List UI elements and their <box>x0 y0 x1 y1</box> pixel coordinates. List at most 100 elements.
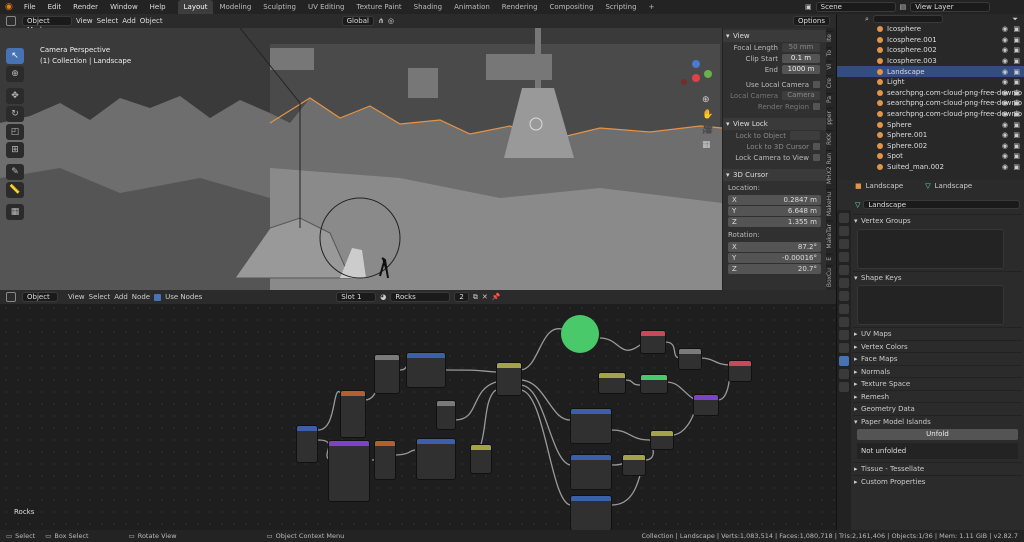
menu-file[interactable]: File <box>18 3 42 11</box>
shader-node[interactable] <box>416 438 456 480</box>
shader-node[interactable] <box>640 330 666 354</box>
proportional-edit-icon[interactable]: ◎ <box>388 17 394 25</box>
blender-logo-icon[interactable]: ◉ <box>0 2 18 12</box>
visibility-eye-icon[interactable]: ◉ <box>1002 121 1008 129</box>
ortho-grid-icon[interactable]: ▦ <box>702 138 713 153</box>
menu-render[interactable]: Render <box>67 3 104 11</box>
panel-geometry-data[interactable]: Geometry Data <box>853 402 1022 415</box>
outliner-row[interactable]: Icosphere.002 ◉ ▣ <box>837 45 1024 56</box>
camera-view-icon[interactable]: 🎥 <box>702 123 713 138</box>
lock-object-field[interactable] <box>790 131 820 140</box>
local-camera-field[interactable]: Camera <box>782 91 820 100</box>
tissue-tessellate-panel[interactable]: Tissue - Tessellate <box>853 462 1022 475</box>
outliner-row[interactable]: Sphere.002 ◉ ▣ <box>837 141 1024 152</box>
panel-normals[interactable]: Normals <box>853 364 1022 377</box>
sidebar-tab-e[interactable]: E <box>826 253 833 263</box>
material-tab-icon[interactable] <box>839 369 849 379</box>
view-lock-header[interactable]: View Lock <box>723 118 826 130</box>
tab-sculpting[interactable]: Sculpting <box>257 0 302 14</box>
sidebar-tab-pper[interactable]: pper <box>826 108 833 127</box>
cursor-rot-x[interactable]: X 87.2° <box>728 242 821 252</box>
render-camera-icon[interactable]: ▣ <box>1013 46 1020 54</box>
menu-window[interactable]: Window <box>104 3 144 11</box>
outliner-row[interactable]: Suited_man.002 ◉ ▣ <box>837 162 1024 173</box>
add-cube-tool-icon[interactable]: ▦ <box>6 204 24 220</box>
outliner-row[interactable]: Sphere ◉ ▣ <box>837 119 1024 130</box>
sidebar-tab-pa[interactable]: Pa <box>826 93 833 106</box>
rotate-tool-icon[interactable]: ↻ <box>6 106 24 122</box>
render-camera-icon[interactable]: ▣ <box>1013 163 1020 171</box>
view-layer-field[interactable]: View Layer <box>910 2 991 12</box>
visibility-eye-icon[interactable]: ◉ <box>1002 57 1008 65</box>
shader-node[interactable] <box>570 408 612 444</box>
panel-texture-space[interactable]: Texture Space <box>853 377 1022 390</box>
material-name-field[interactable]: Rocks <box>390 292 451 302</box>
visibility-eye-icon[interactable]: ◉ <box>1002 163 1008 171</box>
menu-add[interactable]: Add <box>122 17 136 25</box>
modifier-tab-icon[interactable] <box>839 304 849 314</box>
node-menu-add[interactable]: Add <box>114 293 128 301</box>
cursor-tool-icon[interactable]: ⊕ <box>6 66 24 82</box>
particles-tab-icon[interactable] <box>839 317 849 327</box>
tab-layout[interactable]: Layout <box>177 0 214 14</box>
tab-texture-paint[interactable]: Texture Paint <box>351 0 408 14</box>
scale-tool-icon[interactable]: ◰ <box>6 124 24 140</box>
sidebar-tab-rkk[interactable]: RKK <box>826 129 833 147</box>
outliner-row[interactable]: searchpng.com-cloud-png-free-downlo ◉ ▣ <box>837 109 1024 120</box>
render-camera-icon[interactable]: ▣ <box>1013 25 1020 33</box>
clip-start-field[interactable]: 0.1 m <box>782 54 820 63</box>
shader-node[interactable] <box>728 360 752 382</box>
unfold-button[interactable]: Unfold <box>857 429 1018 440</box>
panel-face-maps[interactable]: Face Maps <box>853 352 1022 365</box>
snap-icon[interactable]: ⋔ <box>378 17 384 25</box>
add-workspace-button[interactable]: + <box>643 0 661 14</box>
node-menu-select[interactable]: Select <box>89 293 111 301</box>
render-camera-icon[interactable]: ▣ <box>1013 68 1020 76</box>
sidebar-tab-view[interactable]: Vi <box>826 61 833 72</box>
shader-node[interactable] <box>328 440 370 502</box>
shader-node[interactable] <box>598 372 626 394</box>
shader-node[interactable] <box>650 430 674 450</box>
custom-properties-panel[interactable]: Custom Properties <box>853 474 1022 487</box>
outliner-row[interactable]: Icosphere.003 ◉ ▣ <box>837 56 1024 67</box>
object-tab-icon[interactable] <box>839 291 849 301</box>
use-nodes-checkbox[interactable] <box>154 293 162 301</box>
outliner-row[interactable]: Icosphere.001 ◉ ▣ <box>837 35 1024 46</box>
menu-help[interactable]: Help <box>144 3 172 11</box>
outliner-row[interactable]: searchpng.com-cloud-png-free-downlo ◉ ▣ <box>837 98 1024 109</box>
output-properties-tab-icon[interactable] <box>839 239 849 249</box>
visibility-eye-icon[interactable]: ◉ <box>1002 110 1008 118</box>
sidebar-tab-boxcutter[interactable]: BoxCu <box>826 265 833 290</box>
shader-node[interactable] <box>570 454 612 490</box>
shader-node[interactable] <box>470 444 492 474</box>
view-section-header[interactable]: View <box>723 30 826 42</box>
visibility-eye-icon[interactable]: ◉ <box>1002 131 1008 139</box>
render-camera-icon[interactable]: ▣ <box>1013 78 1020 86</box>
visibility-eye-icon[interactable]: ◉ <box>1002 36 1008 44</box>
panel-vertex-colors[interactable]: Vertex Colors <box>853 339 1022 352</box>
outliner-row[interactable]: Icosphere ◉ ▣ <box>837 24 1024 35</box>
tab-shading[interactable]: Shading <box>408 0 448 14</box>
scene-tab-icon[interactable] <box>839 265 849 275</box>
mesh-datablock-icon[interactable]: ▽ <box>855 201 860 209</box>
editor-type-icon[interactable] <box>6 292 16 302</box>
sidebar-tab-makehuman[interactable]: MakeHu <box>826 188 833 219</box>
shader-node[interactable] <box>622 454 646 476</box>
tab-compositing[interactable]: Compositing <box>544 0 600 14</box>
shader-node-editor[interactable]: Rocks <box>0 290 836 530</box>
cursor-rot-z[interactable]: Z 20.7° <box>728 264 821 274</box>
vertex-groups-panel[interactable]: Vertex Groups <box>853 214 1022 227</box>
tab-modeling[interactable]: Modeling <box>213 0 257 14</box>
render-camera-icon[interactable]: ▣ <box>1013 110 1020 118</box>
shader-type-select[interactable]: Object <box>22 292 58 302</box>
visibility-eye-icon[interactable]: ◉ <box>1002 142 1008 150</box>
scene-field[interactable]: Scene <box>815 2 896 12</box>
annotate-tool-icon[interactable]: ✎ <box>6 164 24 180</box>
outliner-row[interactable]: Light ◉ ▣ <box>837 77 1024 88</box>
render-camera-icon[interactable]: ▣ <box>1013 152 1020 160</box>
node-menu-node[interactable]: Node <box>132 293 150 301</box>
sidebar-tab-tool[interactable]: To <box>826 46 833 59</box>
sidebar-tab-mhx2[interactable]: MHX2 Run <box>826 149 833 186</box>
shader-node[interactable] <box>374 440 396 480</box>
sidebar-tab-item[interactable]: Ite <box>826 31 833 44</box>
